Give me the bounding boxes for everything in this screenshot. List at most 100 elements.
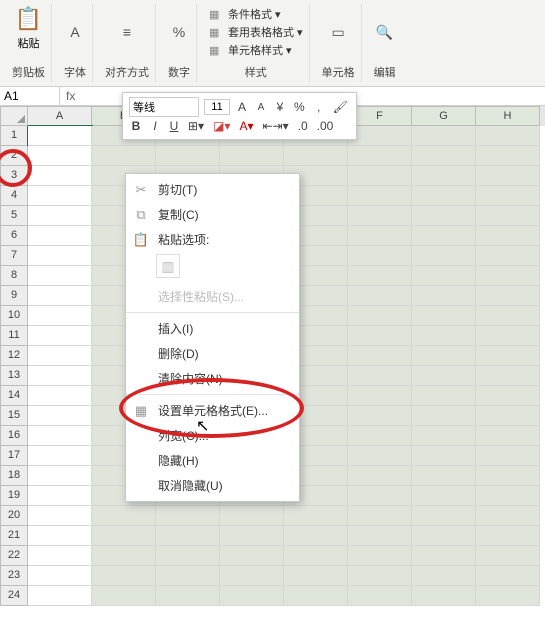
cell[interactable] [476, 346, 540, 366]
row-header[interactable]: 13 [0, 366, 28, 386]
mini-comma-button[interactable]: , [312, 100, 326, 114]
cell[interactable] [284, 146, 348, 166]
cell[interactable] [348, 466, 412, 486]
cell[interactable] [412, 126, 476, 146]
cell[interactable] [28, 126, 92, 146]
row-header[interactable]: 17 [0, 446, 28, 466]
cell[interactable] [476, 166, 540, 186]
cell[interactable] [28, 346, 92, 366]
cell[interactable] [476, 586, 540, 606]
ctx-copy[interactable]: ⧉复制(C) [126, 202, 299, 227]
cell[interactable] [412, 566, 476, 586]
row-header[interactable]: 2 [0, 146, 28, 166]
cell[interactable] [476, 366, 540, 386]
cell[interactable] [412, 346, 476, 366]
cell[interactable] [476, 426, 540, 446]
paste-button[interactable]: 📋 粘贴 [15, 6, 42, 58]
cell[interactable] [348, 506, 412, 526]
ctx-cut[interactable]: ✂剪切(T) [126, 177, 299, 202]
cell[interactable] [284, 566, 348, 586]
mini-font-color-button[interactable]: A▾ [237, 119, 255, 133]
cell[interactable] [412, 546, 476, 566]
cell[interactable] [92, 146, 156, 166]
mini-decimal-dec-button[interactable]: .00 [315, 119, 336, 133]
cell[interactable] [284, 546, 348, 566]
cell[interactable] [28, 386, 92, 406]
cell[interactable] [28, 466, 92, 486]
fx-label[interactable]: fx [60, 89, 81, 103]
cell[interactable] [28, 546, 92, 566]
cell[interactable] [348, 126, 412, 146]
format-painter-icon[interactable]: 🖌 [331, 100, 350, 114]
cell[interactable] [412, 206, 476, 226]
cell[interactable] [28, 206, 92, 226]
cell[interactable] [348, 346, 412, 366]
mini-border-button[interactable]: ⊞▾ [186, 119, 206, 133]
cell[interactable] [476, 206, 540, 226]
paste-option-default[interactable]: ▥ [156, 254, 180, 278]
cell[interactable] [476, 446, 540, 466]
cell[interactable] [412, 366, 476, 386]
cell-style-button[interactable]: ▦单元格样式 ▾ [209, 42, 303, 58]
cell[interactable] [348, 426, 412, 446]
cell[interactable] [476, 226, 540, 246]
cell[interactable] [412, 286, 476, 306]
cell[interactable] [28, 166, 92, 186]
cell[interactable] [28, 146, 92, 166]
ctx-unhide[interactable]: 取消隐藏(U) [126, 473, 299, 498]
cell[interactable] [476, 546, 540, 566]
cell[interactable] [284, 526, 348, 546]
cell[interactable] [476, 246, 540, 266]
font-launcher-button[interactable]: A [70, 6, 79, 58]
cell[interactable] [348, 406, 412, 426]
row-header[interactable]: 19 [0, 486, 28, 506]
conditional-format-button[interactable]: ▦条件格式 ▾ [209, 6, 303, 22]
cell[interactable] [348, 226, 412, 246]
cell[interactable] [220, 146, 284, 166]
cell[interactable] [28, 266, 92, 286]
cell[interactable] [348, 246, 412, 266]
alignment-launcher-button[interactable]: ≡ [123, 6, 131, 58]
cell[interactable] [476, 506, 540, 526]
mini-font-name[interactable]: 等线 [129, 97, 199, 117]
cell[interactable] [412, 486, 476, 506]
cell[interactable] [28, 486, 92, 506]
cell[interactable] [476, 146, 540, 166]
row-header[interactable]: 20 [0, 506, 28, 526]
cell[interactable] [412, 246, 476, 266]
mini-underline-button[interactable]: U [167, 119, 181, 133]
row-header[interactable]: 22 [0, 546, 28, 566]
column-header-A[interactable]: A [28, 106, 92, 126]
cell[interactable] [28, 506, 92, 526]
cell[interactable] [348, 586, 412, 606]
cell[interactable] [476, 306, 540, 326]
cell[interactable] [156, 146, 220, 166]
cell[interactable] [92, 526, 156, 546]
cell[interactable] [156, 506, 220, 526]
decrease-font-button[interactable]: A [254, 102, 268, 113]
cell[interactable] [348, 526, 412, 546]
row-header[interactable]: 21 [0, 526, 28, 546]
cell[interactable] [412, 226, 476, 246]
cell[interactable] [476, 466, 540, 486]
cell[interactable] [28, 426, 92, 446]
cell[interactable] [156, 566, 220, 586]
row-header[interactable]: 3 [0, 166, 28, 186]
mini-font-size[interactable]: 11 [204, 99, 230, 115]
ctx-column-width[interactable]: 列宽(C)... [126, 423, 299, 448]
cell[interactable] [348, 546, 412, 566]
row-header[interactable]: 4 [0, 186, 28, 206]
cell[interactable] [412, 506, 476, 526]
cell[interactable] [476, 266, 540, 286]
table-format-button[interactable]: ▦套用表格格式 ▾ [209, 24, 303, 40]
cell[interactable] [92, 566, 156, 586]
cell[interactable] [412, 586, 476, 606]
cell[interactable] [476, 326, 540, 346]
cell[interactable] [348, 486, 412, 506]
cell[interactable] [28, 246, 92, 266]
cell[interactable] [476, 526, 540, 546]
ctx-clear[interactable]: 清除内容(N) [126, 366, 299, 391]
cell[interactable] [348, 286, 412, 306]
cell[interactable] [28, 526, 92, 546]
cell[interactable] [412, 266, 476, 286]
